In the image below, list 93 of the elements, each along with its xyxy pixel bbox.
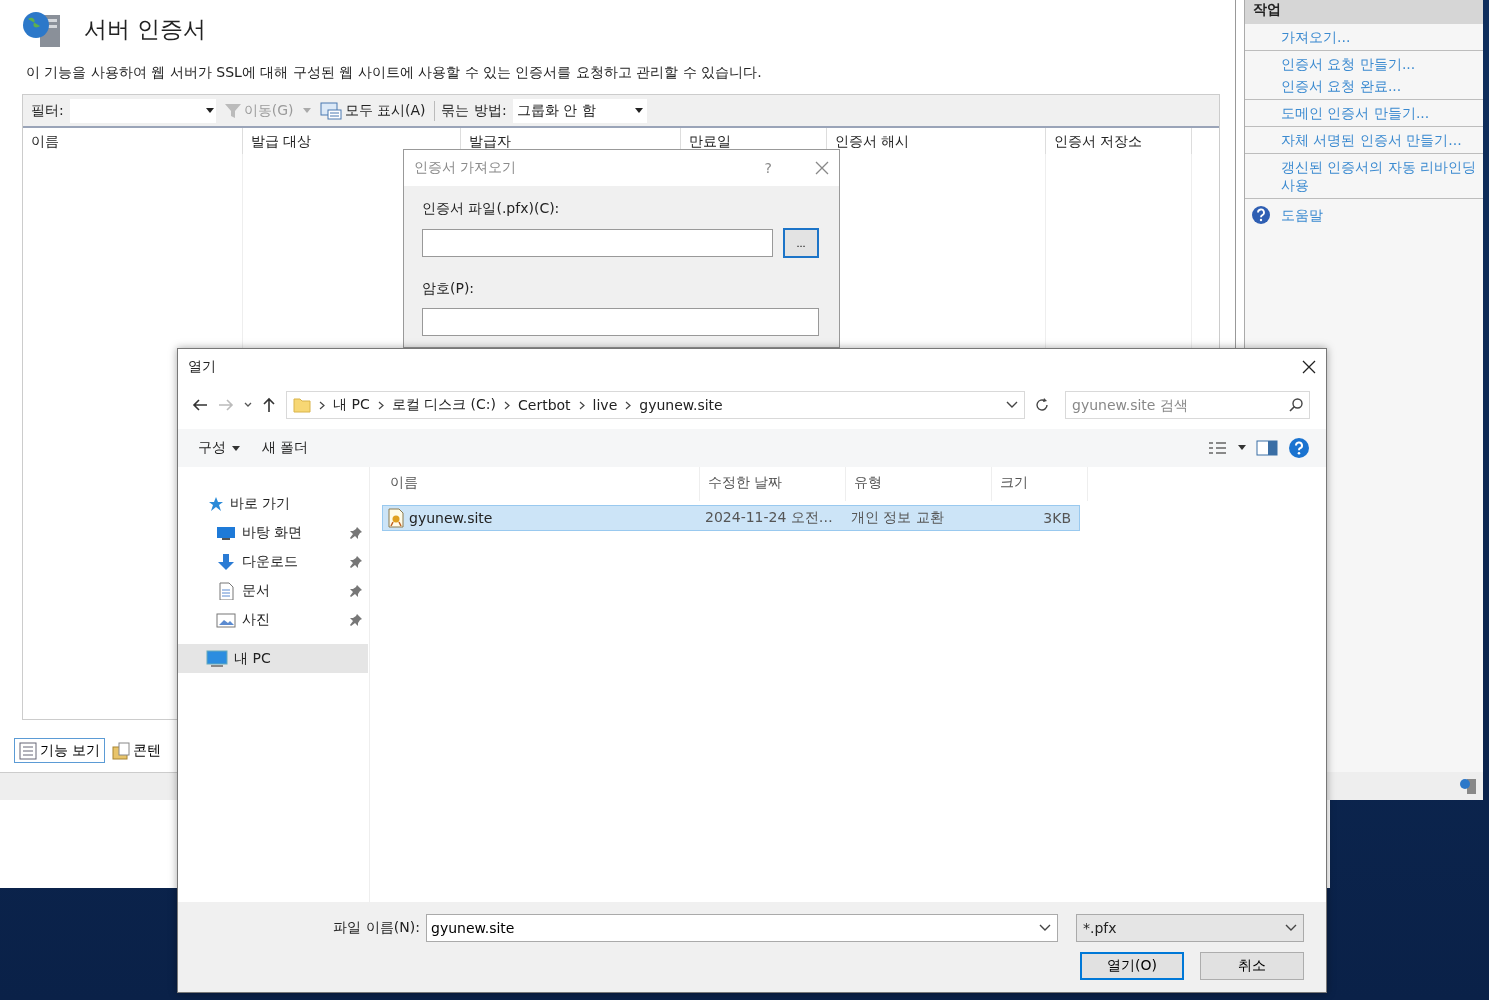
dropdown-chevron-icon[interactable]	[1006, 401, 1018, 409]
caret-icon	[634, 108, 643, 113]
feature-grid-icon	[19, 741, 37, 760]
computer-icon	[206, 649, 228, 668]
description-text: 이 기능을 사용하여 웹 서버가 SSL에 대해 구성된 웹 사이트에 사용할 수 있는 인증서를 요청하고 관리할 수 있습니다.	[25, 63, 763, 82]
document-icon	[216, 581, 236, 600]
pin-icon[interactable]	[350, 613, 362, 626]
file-size: 3KB	[1042, 510, 1072, 526]
filter-label: 필터:	[31, 101, 64, 120]
action-link[interactable]: 갱신된 인증서의 자동 리바인딩 사용	[1281, 158, 1483, 194]
column-header[interactable]: 크기	[992, 467, 1088, 501]
breadcrumb-item[interactable]: live	[592, 397, 618, 413]
file-date: 2024-11-24 오전…	[704, 509, 834, 527]
show-all-button[interactable]: 모두 표시(A)	[316, 99, 429, 122]
action-link[interactable]: 인증서 요청 만들기...	[1281, 55, 1483, 73]
breadcrumb-item[interactable]: gyunew.site	[639, 397, 723, 413]
nav-item[interactable]: 바로 가기	[178, 489, 368, 518]
down-arrow-icon	[216, 552, 236, 571]
refresh-icon[interactable]	[1035, 398, 1049, 412]
cancel-button[interactable]: 취소	[1200, 952, 1304, 980]
list-monitor-icon	[319, 101, 342, 120]
help-link[interactable]: 도움말	[1281, 206, 1323, 224]
certificate-file-icon	[387, 508, 405, 528]
caret-icon	[205, 108, 214, 113]
view-tab[interactable]: 기능 보기	[14, 738, 106, 763]
new-folder-button[interactable]: 새 폴더	[256, 437, 315, 459]
back-arrow-icon[interactable]	[192, 398, 208, 412]
help-icon[interactable]	[1288, 437, 1310, 459]
filter-field[interactable]	[69, 98, 216, 123]
folder-page-icon	[112, 741, 131, 760]
nav-item[interactable]: 문서	[178, 576, 368, 605]
group-by-dropdown[interactable]: 그룹화 안 함	[512, 98, 647, 123]
action-link[interactable]: 자체 서명된 인증서 만들기...	[1281, 131, 1483, 149]
column-header[interactable]: 수정한 날짜	[700, 467, 846, 501]
pin-icon[interactable]	[350, 584, 362, 597]
dropdown-chevron-icon	[1285, 924, 1297, 932]
column-header[interactable]: 유형	[846, 467, 992, 501]
breadcrumb-item[interactable]: Certbot	[518, 397, 571, 413]
picture-frame-icon	[216, 610, 236, 629]
folder-icon	[293, 397, 311, 413]
group-by-label: 묶는 방법:	[441, 101, 507, 120]
chevron-icon	[319, 400, 325, 410]
nav-item[interactable]: 다운로드	[178, 547, 368, 576]
open-button[interactable]: 열기(O)	[1080, 952, 1184, 980]
nav-item[interactable]: 사진	[178, 605, 368, 634]
chevron-icon	[504, 400, 510, 410]
help-icon	[1251, 205, 1271, 225]
search-icon[interactable]	[1289, 398, 1303, 412]
search-field[interactable]: gyunew.site 검색	[1065, 391, 1310, 419]
server-status-icon	[1459, 777, 1479, 795]
action-link[interactable]: 인증서 요청 완료...	[1281, 77, 1483, 95]
file-type-dropdown[interactable]: *.pfx	[1076, 914, 1304, 942]
star-icon	[208, 495, 224, 512]
help-button[interactable]: ?	[761, 158, 775, 178]
pin-icon[interactable]	[350, 526, 362, 539]
password-field[interactable]	[422, 308, 819, 336]
organize-menu[interactable]: 구성	[192, 437, 246, 459]
field-label: 파일 이름(N):	[333, 919, 420, 937]
field-label: 인증서 파일(.pfx)(C):	[422, 200, 561, 218]
preview-pane-icon[interactable]	[1256, 440, 1278, 456]
view-tab[interactable]: 콘텐	[107, 738, 167, 763]
breadcrumb-item[interactable]: 내 PC	[333, 396, 370, 414]
chevron-icon	[625, 400, 632, 410]
close-icon[interactable]	[1302, 360, 1316, 374]
nav-item[interactable]: 내 PC	[178, 644, 368, 673]
file-type: 개인 정보 교환	[850, 509, 945, 527]
view-options-icon[interactable]	[1208, 441, 1246, 455]
address-bar[interactable]: 내 PC 로컬 디스크 (C:) Certbot live gyunew.site	[286, 391, 1025, 419]
nav-item[interactable]: 바탕 화면	[178, 518, 368, 547]
chevron-icon	[578, 400, 585, 410]
field-label: 암호(P):	[422, 280, 476, 298]
column-header[interactable]: 인증서 저장소	[1046, 128, 1192, 154]
chevron-icon	[377, 400, 384, 410]
file-name: gyunew.site	[409, 510, 493, 526]
caret-icon	[302, 108, 311, 113]
funnel-icon	[224, 103, 241, 118]
filename-field[interactable]: gyunew.site	[426, 914, 1058, 942]
file-row[interactable]: gyunew.site 2024-11-24 오전… 개인 정보 교환 3KB	[382, 505, 1080, 531]
breadcrumb-item[interactable]: 로컬 디스크 (C:)	[391, 396, 496, 414]
caret-icon	[232, 445, 240, 451]
dialog-title: 인증서 가져오기	[414, 159, 518, 177]
file-path-field[interactable]	[422, 229, 774, 257]
dropdown-chevron-icon[interactable]	[1039, 924, 1051, 932]
up-arrow-icon[interactable]	[262, 397, 276, 413]
action-link[interactable]: 도메인 인증서 만들기...	[1281, 104, 1483, 122]
dialog-title: 열기	[188, 358, 216, 376]
column-header[interactable]: 이름	[23, 128, 243, 154]
browse-button[interactable]: ...	[783, 228, 819, 258]
pin-icon[interactable]	[350, 555, 362, 568]
page-title: 서버 인증서	[84, 14, 207, 44]
column-header[interactable]: 이름	[382, 467, 700, 501]
panel-title: 작업	[1245, 0, 1483, 24]
recent-caret-icon[interactable]	[244, 402, 252, 408]
